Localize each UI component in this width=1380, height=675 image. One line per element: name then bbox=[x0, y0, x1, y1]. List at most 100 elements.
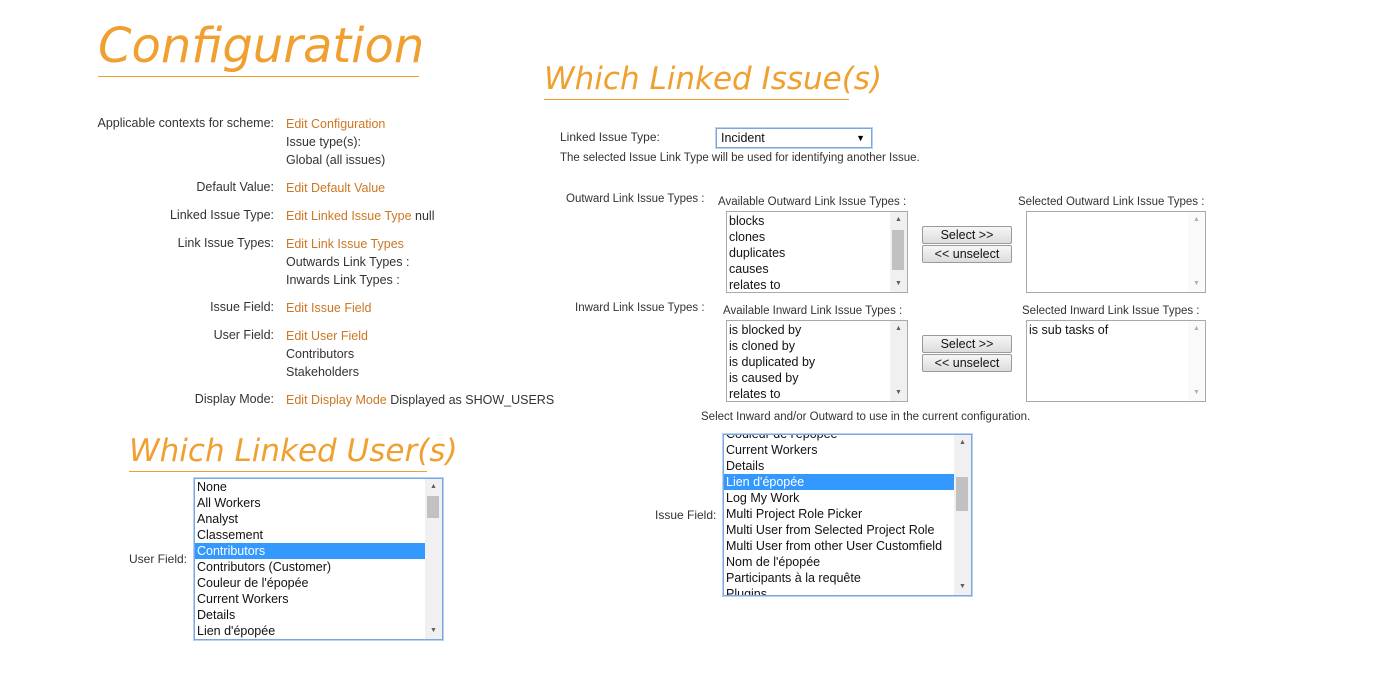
scroll-down-arrow-icon[interactable]: ▼ bbox=[1188, 276, 1205, 292]
link-issue-types-label: Link Issue Types: bbox=[177, 236, 274, 250]
edit-user-field-link[interactable]: Edit User Field bbox=[286, 329, 368, 343]
linked-users-heading: Which Linked User(s) bbox=[129, 436, 458, 472]
user-field-option[interactable]: Lien d'épopée bbox=[195, 623, 425, 639]
global-issues-text: Global (all issues) bbox=[286, 153, 386, 167]
inward-selected-option[interactable]: is sub tasks of bbox=[1027, 322, 1188, 338]
scroll-up-arrow-icon[interactable]: ▲ bbox=[425, 479, 442, 495]
outward-types-label: Outward Link Issue Types : bbox=[566, 193, 705, 205]
issue-types-text: Issue type(s): bbox=[286, 135, 362, 149]
issue-field-option[interactable]: Lien d'épopée bbox=[724, 474, 954, 490]
outward-available-label: Available Outward Link Issue Types : bbox=[718, 196, 907, 208]
inward-available-option[interactable]: is duplicated by bbox=[727, 354, 890, 370]
issue-field-list[interactable]: Couleur de l'épopée Current Workers Detail… bbox=[723, 434, 972, 596]
scroll-up-arrow-icon[interactable]: ▲ bbox=[954, 435, 971, 451]
outward-unselect-button[interactable]: << unselect bbox=[922, 245, 1012, 263]
issue-field-config-row: Edit Issue Field bbox=[286, 299, 371, 317]
edit-configuration-link[interactable]: Edit Configuration bbox=[286, 117, 385, 131]
stakeholders-text: Stakeholders bbox=[286, 365, 359, 379]
scroll-thumb[interactable] bbox=[892, 230, 904, 270]
user-field-option[interactable]: Current Workers bbox=[195, 591, 425, 607]
issue-field-option[interactable]: Couleur de l'épopée bbox=[724, 435, 954, 442]
user-field-option[interactable]: Analyst bbox=[195, 511, 425, 527]
linked-issue-type-value: null bbox=[411, 209, 435, 223]
issue-field-scrollbar[interactable]: ▲ ▼ bbox=[954, 435, 971, 595]
scroll-up-arrow-icon[interactable]: ▲ bbox=[1188, 321, 1205, 337]
scroll-down-arrow-icon[interactable]: ▼ bbox=[954, 579, 971, 595]
contexts-value: Edit Configuration Issue type(s): Global… bbox=[286, 115, 385, 169]
user-field-option[interactable]: Details bbox=[195, 607, 425, 623]
issue-field-option[interactable]: Current Workers bbox=[724, 442, 954, 458]
outwards-link-types-text: Outwards Link Types : bbox=[286, 255, 410, 269]
outward-selected-scrollbar[interactable]: ▲ ▼ bbox=[1188, 212, 1205, 292]
inwards-link-types-text: Inwards Link Types : bbox=[286, 273, 400, 287]
inward-select-button[interactable]: Select >> bbox=[922, 335, 1012, 353]
scroll-down-arrow-icon[interactable]: ▼ bbox=[890, 385, 907, 401]
outward-select-button[interactable]: Select >> bbox=[922, 226, 1012, 244]
user-field-option[interactable]: All Workers bbox=[195, 495, 425, 511]
outward-available-list[interactable]: blocks clones duplicates causes relates to ▲… bbox=[726, 211, 908, 293]
user-field-scrollbar[interactable]: ▲ ▼ bbox=[425, 479, 442, 639]
issue-type-label: Linked Issue Type: bbox=[560, 130, 660, 144]
configuration-heading: Configuration bbox=[98, 22, 424, 77]
edit-default-value-link[interactable]: Edit Default Value bbox=[286, 181, 385, 195]
inward-available-scrollbar[interactable]: ▲ ▼ bbox=[890, 321, 907, 401]
default-value-label: Default Value: bbox=[196, 180, 274, 194]
issue-field-label: Issue Field: bbox=[655, 508, 717, 522]
default-value-row: Edit Default Value bbox=[286, 179, 385, 197]
issue-field-option[interactable]: Details bbox=[724, 458, 954, 474]
edit-issue-field-link[interactable]: Edit Issue Field bbox=[286, 301, 371, 315]
issue-field-option[interactable]: Nom de l'épopée bbox=[724, 554, 954, 570]
inward-available-list[interactable]: is blocked by is cloned by is duplicated b… bbox=[726, 320, 908, 402]
user-field-list[interactable]: None All Workers Analyst Classement Contribu… bbox=[194, 478, 443, 640]
linked-issue-type-label: Linked Issue Type: bbox=[169, 208, 274, 222]
inward-selected-list[interactable]: is sub tasks of ▲ ▼ bbox=[1026, 320, 1206, 402]
display-mode-label: Display Mode: bbox=[194, 392, 274, 406]
user-field-option[interactable]: Couleur de l'épopée bbox=[195, 575, 425, 591]
linked-issue-type-row: Edit Linked Issue Type null bbox=[286, 207, 434, 225]
display-mode-value: Displayed as SHOW_USERS bbox=[386, 393, 555, 407]
scroll-thumb[interactable] bbox=[427, 496, 439, 518]
inward-types-label: Inward Link Issue Types : bbox=[575, 302, 705, 314]
user-field-option[interactable]: Classement bbox=[195, 527, 425, 543]
inward-available-option[interactable]: is caused by bbox=[727, 370, 890, 386]
user-field-option[interactable]: None bbox=[195, 479, 425, 495]
issue-type-note: The selected Issue Link Type will be use… bbox=[560, 152, 920, 164]
issue-field-option[interactable]: Plugins bbox=[724, 586, 954, 595]
select-direction-note: Select Inward and/or Outward to use in t… bbox=[701, 411, 1031, 423]
scroll-down-arrow-icon[interactable]: ▼ bbox=[425, 623, 442, 639]
inward-available-option[interactable]: relates to bbox=[727, 386, 890, 401]
scroll-up-arrow-icon[interactable]: ▲ bbox=[1188, 212, 1205, 228]
issue-field-option[interactable]: Participants à la requête bbox=[724, 570, 954, 586]
outward-selected-list[interactable]: ▲ ▼ bbox=[1026, 211, 1206, 293]
outward-available-option[interactable]: causes bbox=[727, 261, 890, 277]
edit-display-mode-link[interactable]: Edit Display Mode bbox=[286, 393, 387, 407]
user-field-option[interactable]: Contributors (Customer) bbox=[195, 559, 425, 575]
user-field-config-row: Edit User Field Contributors Stakeholder… bbox=[286, 327, 368, 381]
outward-available-option[interactable]: duplicates bbox=[727, 245, 890, 261]
issue-field-option[interactable]: Log My Work bbox=[724, 490, 954, 506]
scroll-up-arrow-icon[interactable]: ▲ bbox=[890, 212, 907, 228]
issue-field-option[interactable]: Multi Project Role Picker bbox=[724, 506, 954, 522]
scroll-thumb[interactable] bbox=[956, 477, 968, 511]
inward-selected-label: Selected Inward Link Issue Types : bbox=[1022, 305, 1200, 317]
edit-linked-issue-type-link[interactable]: Edit Linked Issue Type bbox=[286, 209, 412, 223]
linked-issue-type-select[interactable]: Incident ▼ bbox=[716, 128, 872, 148]
inward-available-option[interactable]: is blocked by bbox=[727, 322, 890, 338]
dropdown-caret-icon: ▼ bbox=[856, 133, 865, 143]
link-issue-types-row: Edit Link Issue Types Outwards Link Type… bbox=[286, 235, 409, 289]
issue-field-option[interactable]: Multi User from Selected Project Role bbox=[724, 522, 954, 538]
outward-available-option[interactable]: clones bbox=[727, 229, 890, 245]
scroll-up-arrow-icon[interactable]: ▲ bbox=[890, 321, 907, 337]
outward-available-option[interactable]: relates to bbox=[727, 277, 890, 292]
outward-available-option[interactable]: blocks bbox=[727, 213, 890, 229]
user-field-option[interactable]: Contributors bbox=[195, 543, 425, 559]
inward-available-label: Available Inward Link Issue Types : bbox=[723, 305, 903, 317]
issue-field-option[interactable]: Multi User from other User Customfield bbox=[724, 538, 954, 554]
scroll-down-arrow-icon[interactable]: ▼ bbox=[1188, 385, 1205, 401]
inward-available-option[interactable]: is cloned by bbox=[727, 338, 890, 354]
scroll-down-arrow-icon[interactable]: ▼ bbox=[890, 276, 907, 292]
edit-link-issue-types-link[interactable]: Edit Link Issue Types bbox=[286, 237, 404, 251]
outward-available-scrollbar[interactable]: ▲ ▼ bbox=[890, 212, 907, 292]
inward-selected-scrollbar[interactable]: ▲ ▼ bbox=[1188, 321, 1205, 401]
inward-unselect-button[interactable]: << unselect bbox=[922, 354, 1012, 372]
